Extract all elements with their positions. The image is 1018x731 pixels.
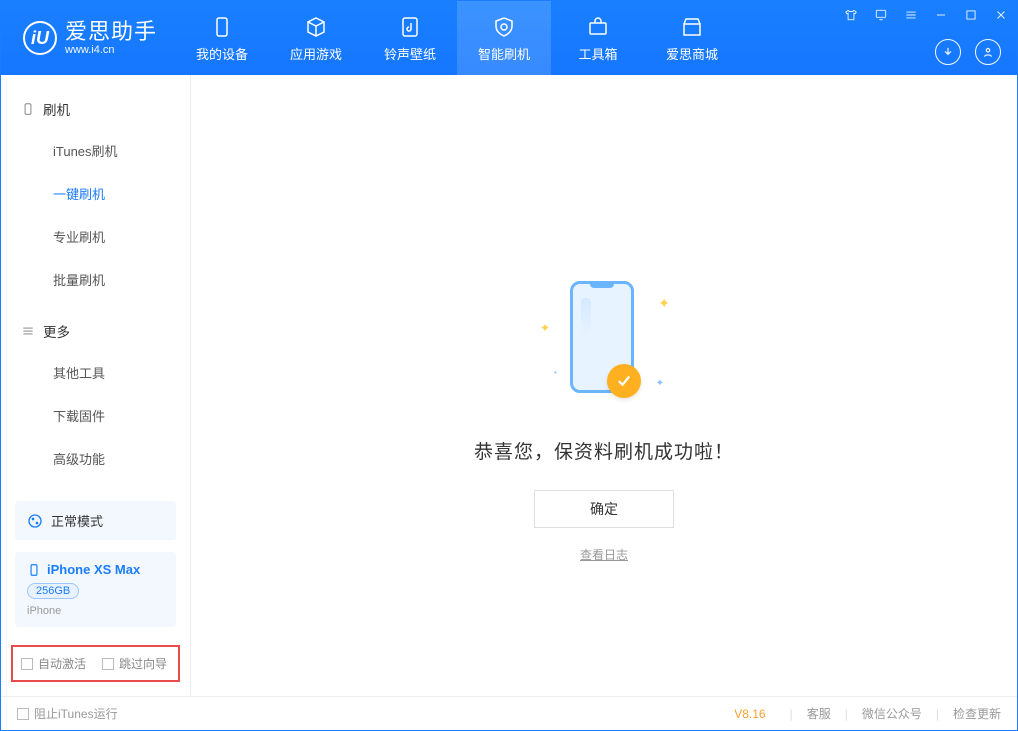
support-link[interactable]: 客服 <box>807 705 831 722</box>
checkbox-label: 自动激活 <box>38 655 86 672</box>
nav-tab-device[interactable]: 我的设备 <box>175 1 269 75</box>
checkbox-auto-activate[interactable]: 自动激活 <box>21 655 86 672</box>
logo: iU 爱思助手 www.i4.cn <box>1 1 175 75</box>
status-right: V8.16 | 客服 | 微信公众号 | 检查更新 <box>734 705 1001 722</box>
checkbox-label: 阻止iTunes运行 <box>34 705 118 722</box>
phone-success-illustration: ✦ ✦ ✦ • <box>534 275 674 405</box>
cube-icon <box>303 14 329 40</box>
music-file-icon <box>397 14 423 40</box>
section-more: 更多 <box>1 311 190 351</box>
shirt-icon[interactable] <box>841 5 861 25</box>
device-box[interactable]: iPhone XS Max 256GB iPhone <box>15 552 176 627</box>
ok-button[interactable]: 确定 <box>534 490 674 528</box>
app-name: 爱思助手 <box>65 20 157 44</box>
sidebar-item-oneclick[interactable]: 一键刷机 <box>1 172 190 215</box>
device-type: iPhone <box>27 605 164 617</box>
check-badge-icon <box>607 364 641 398</box>
title-bar: iU 爱思助手 www.i4.cn 我的设备 应用游戏 铃声壁纸 智能刷机 <box>1 1 1017 75</box>
nav-label: 铃声壁纸 <box>384 44 436 63</box>
mode-label: 正常模式 <box>51 511 103 530</box>
sidebar-item-othertools[interactable]: 其他工具 <box>1 351 190 394</box>
sidebar-item-pro[interactable]: 专业刷机 <box>1 215 190 258</box>
sparkle-icon: ✦ <box>658 295 670 312</box>
phone-icon <box>21 102 35 116</box>
section-title: 更多 <box>43 321 70 341</box>
nav-tab-toolbox[interactable]: 工具箱 <box>551 1 645 75</box>
wechat-link[interactable]: 微信公众号 <box>862 705 922 722</box>
shield-refresh-icon <box>491 14 517 40</box>
app-window: iU 爱思助手 www.i4.cn 我的设备 应用游戏 铃声壁纸 智能刷机 <box>0 0 1018 731</box>
success-hero: ✦ ✦ ✦ • 恭喜您，保资料刷机成功啦！ 确定 查看日志 <box>474 275 734 563</box>
separator: | <box>790 707 793 721</box>
nav-tab-store[interactable]: 爱思商城 <box>645 1 739 75</box>
nav-tab-flash[interactable]: 智能刷机 <box>457 1 551 75</box>
minimize-button[interactable] <box>931 5 951 25</box>
nav-tabs: 我的设备 应用游戏 铃声壁纸 智能刷机 工具箱 爱思商城 <box>175 1 739 75</box>
sidebar-item-firmware[interactable]: 下载固件 <box>1 394 190 437</box>
sparkle-icon: ✦ <box>656 378 664 389</box>
main-content: ✦ ✦ ✦ • 恭喜您，保资料刷机成功啦！ 确定 查看日志 <box>191 75 1017 696</box>
sidebar-item-itunes[interactable]: iTunes刷机 <box>1 129 190 172</box>
nav-label: 智能刷机 <box>478 44 530 63</box>
user-controls <box>935 39 1001 65</box>
separator: | <box>845 707 848 721</box>
store-icon <box>679 14 705 40</box>
options-highlight-box: 自动激活 跳过向导 <box>11 645 180 682</box>
nav-label: 工具箱 <box>579 44 618 63</box>
menu-icon <box>21 324 35 338</box>
section-title: 刷机 <box>43 99 70 119</box>
nav-tab-ringtone[interactable]: 铃声壁纸 <box>363 1 457 75</box>
nav-label: 爱思商城 <box>666 44 718 63</box>
sparkle-icon: ✦ <box>540 321 550 335</box>
device-name-row: iPhone XS Max <box>27 562 164 577</box>
app-site: www.i4.cn <box>65 44 157 56</box>
phone-outline <box>570 281 634 393</box>
toolbox-icon <box>585 14 611 40</box>
checkbox-block-itunes[interactable]: 阻止iTunes运行 <box>17 705 118 722</box>
download-button[interactable] <box>935 39 961 65</box>
version-label: V8.16 <box>734 707 765 721</box>
separator: | <box>936 707 939 721</box>
view-log-link[interactable]: 查看日志 <box>580 546 628 563</box>
success-message: 恭喜您，保资料刷机成功啦！ <box>474 437 734 464</box>
checkbox-skip-guide[interactable]: 跳过向导 <box>102 655 167 672</box>
sidebar-item-advanced[interactable]: 高级功能 <box>1 437 190 480</box>
sidebar: 刷机 iTunes刷机 一键刷机 专业刷机 批量刷机 更多 其他工具 下载固件 … <box>1 75 191 696</box>
sidebar-item-batch[interactable]: 批量刷机 <box>1 258 190 301</box>
close-button[interactable] <box>991 5 1011 25</box>
window-controls <box>841 5 1011 25</box>
maximize-button[interactable] <box>961 5 981 25</box>
logo-icon: iU <box>23 21 57 55</box>
user-button[interactable] <box>975 39 1001 65</box>
status-bar: 阻止iTunes运行 V8.16 | 客服 | 微信公众号 | 检查更新 <box>1 696 1017 730</box>
section-flash: 刷机 <box>1 89 190 129</box>
sparkle-icon: • <box>554 368 557 377</box>
update-link[interactable]: 检查更新 <box>953 705 1001 722</box>
nav-label: 我的设备 <box>196 44 248 63</box>
menu-icon[interactable] <box>901 5 921 25</box>
checkbox-label: 跳过向导 <box>119 655 167 672</box>
nav-tab-apps[interactable]: 应用游戏 <box>269 1 363 75</box>
device-phone-icon <box>27 563 41 577</box>
mode-icon <box>27 513 43 529</box>
feedback-icon[interactable] <box>871 5 891 25</box>
body: 刷机 iTunes刷机 一键刷机 专业刷机 批量刷机 更多 其他工具 下载固件 … <box>1 75 1017 696</box>
device-capacity: 256GB <box>27 583 79 599</box>
device-icon <box>209 14 235 40</box>
nav-label: 应用游戏 <box>290 44 342 63</box>
mode-box[interactable]: 正常模式 <box>15 501 176 540</box>
device-name: iPhone XS Max <box>47 562 140 577</box>
